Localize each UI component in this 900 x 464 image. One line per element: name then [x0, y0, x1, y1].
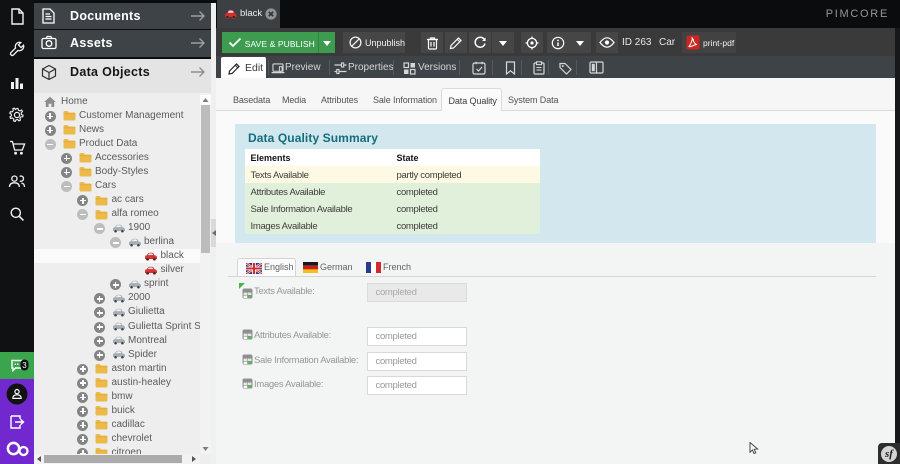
svg-text:3: 3	[22, 361, 27, 370]
